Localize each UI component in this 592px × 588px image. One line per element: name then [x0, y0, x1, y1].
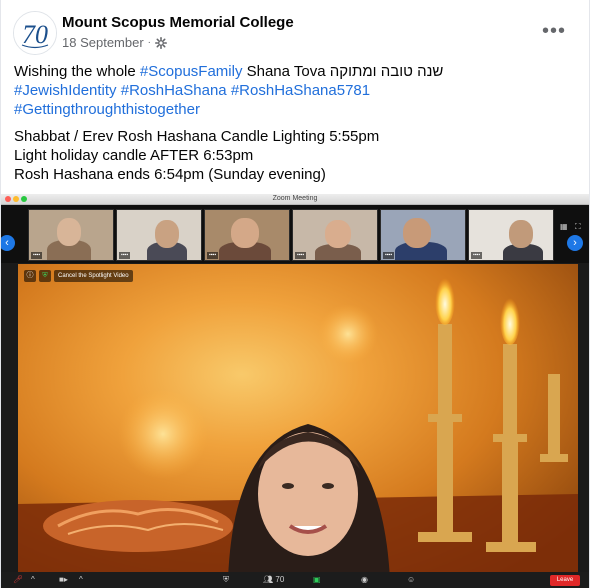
- chevron-left-icon: ‹: [1, 235, 15, 251]
- participant-name-label: ▪▪▪▪: [119, 252, 131, 259]
- participants-count: 70: [275, 575, 285, 584]
- hashtag-link[interactable]: #RoshHaShana: [121, 82, 227, 99]
- info-icon[interactable]: ⓘ: [24, 270, 36, 282]
- spotlight-toolbar: ⓘ ⛨ Cancel the Spotlight Video: [24, 270, 133, 282]
- participants-icon[interactable]: 👥︎ 70: [263, 574, 284, 586]
- fullscreen-icon: ⛶: [575, 222, 581, 231]
- participant-gallery-strip: ‹ ▪▪▪▪ ▪▪▪▪ ▪▪▪▪ ▪▪▪▪ ▪▪▪▪ ▪▪▪▪ › ▦ ⛶: [1, 205, 589, 263]
- participant-name-label: ▪▪▪▪: [471, 252, 483, 259]
- share-screen-icon[interactable]: ▣: [313, 574, 321, 586]
- reactions-icon[interactable]: ☺: [407, 574, 415, 586]
- post-line-4: Shabbat / Erev Rosh Hashana Candle Light…: [14, 128, 380, 145]
- zoom-control-bar: 🎤︎ ^ ■▸ ^ ⛨ 👥︎ 70 ▣ ◉ ☺ Leave: [1, 572, 589, 588]
- zoom-window-title: Zoom Meeting: [272, 195, 318, 202]
- post-line-3: #Gettingthroughthistogether: [14, 100, 584, 119]
- facebook-post-card: 70 Mount Scopus Memorial College 18 Sept…: [0, 0, 590, 588]
- post-line-1: Wishing the whole #ScopusFamily Shana To…: [14, 62, 584, 81]
- spotlight-scene: [18, 273, 578, 580]
- post-line-2: #JewishIdentity #RoshHaShana #RoshHaShan…: [14, 81, 584, 100]
- page-avatar[interactable]: 70: [13, 11, 57, 55]
- participant-thumbnail: ▪▪▪▪: [292, 209, 378, 261]
- spotlight-video: ⓘ ⛨ Cancel the Spotlight Video: [18, 264, 578, 580]
- participant-thumbnail: ▪▪▪▪: [28, 209, 114, 261]
- participant-name-label: ▪▪▪▪: [31, 252, 43, 259]
- separator-dot: ·: [147, 37, 152, 48]
- participant-name-label: ▪▪▪▪: [383, 252, 395, 259]
- security-icon[interactable]: ⛨: [223, 574, 229, 586]
- grid-view-icon: ▦: [560, 222, 568, 231]
- page-name-link[interactable]: Mount Scopus Memorial College: [62, 14, 294, 31]
- post-text-segment: Wishing the whole: [14, 63, 140, 80]
- post-image-zoom-screenshot[interactable]: Zoom Meeting ‹ ▪▪▪▪ ▪▪▪▪ ▪▪▪▪ ▪▪▪▪ ▪▪▪▪ …: [1, 194, 589, 588]
- participant-thumbnail: ▪▪▪▪: [204, 209, 290, 261]
- cancel-spotlight-button[interactable]: Cancel the Spotlight Video: [54, 270, 133, 282]
- svg-text:70: 70: [22, 20, 48, 49]
- participant-thumbnail: ▪▪▪▪: [380, 209, 466, 261]
- record-icon[interactable]: ◉: [361, 574, 368, 586]
- hashtag-link[interactable]: #ScopusFamily: [140, 63, 243, 80]
- college-logo-icon: 70: [14, 12, 56, 54]
- mute-microphone-icon[interactable]: 🎤︎: [13, 574, 23, 586]
- participant-name-label: ▪▪▪▪: [295, 252, 307, 259]
- participant-thumbnail: ▪▪▪▪: [116, 209, 202, 261]
- leave-meeting-button[interactable]: Leave: [550, 575, 580, 586]
- participant-name-label: ▪▪▪▪: [207, 252, 219, 259]
- more-options-button[interactable]: •••: [537, 18, 571, 44]
- gear-icon[interactable]: [155, 36, 168, 49]
- hashtag-link[interactable]: #Gettingthroughthistogether: [14, 101, 200, 118]
- chevron-up-icon[interactable]: ^: [31, 574, 35, 586]
- video-camera-icon[interactable]: ■▸: [59, 574, 68, 586]
- participant-thumbnail: ▪▪▪▪: [468, 209, 554, 261]
- post-message: Wishing the whole #ScopusFamily Shana To…: [14, 62, 584, 184]
- post-line-5: Light holiday candle AFTER 6:53pm: [14, 147, 254, 164]
- post-text-segment: Shana Tova שנה טובה ומתוקה: [242, 63, 444, 80]
- chevron-right-icon: ›: [567, 235, 583, 251]
- post-line-6: Rosh Hashana ends 6:54pm (Sunday evening…: [14, 166, 326, 183]
- post-date[interactable]: 18 September: [62, 35, 144, 50]
- more-horizontal-icon: •••: [541, 20, 566, 42]
- chevron-up-icon[interactable]: ^: [79, 574, 83, 586]
- post-meta: 18 September ·: [62, 35, 168, 50]
- hashtag-link[interactable]: #JewishIdentity: [14, 82, 117, 99]
- hashtag-link[interactable]: #RoshHaShana5781: [231, 82, 370, 99]
- zoom-titlebar: Zoom Meeting: [1, 194, 589, 205]
- shield-icon[interactable]: ⛨: [39, 270, 51, 282]
